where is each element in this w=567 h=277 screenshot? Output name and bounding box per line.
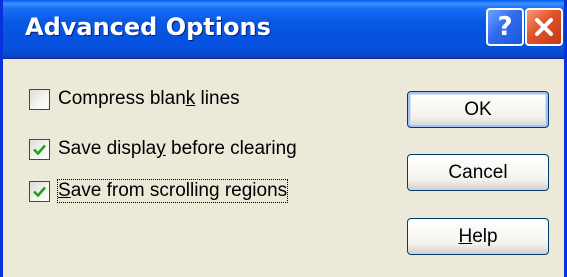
label-text: elp — [472, 225, 498, 247]
help-label: Help — [458, 226, 497, 248]
save-scrolling-label: Save from scrolling regions — [56, 179, 289, 203]
label-text: Save displa — [58, 138, 157, 159]
close-button[interactable] — [525, 8, 563, 46]
label-text: before clearing — [165, 138, 297, 159]
help-button[interactable]: Help — [407, 218, 549, 255]
dialog-title: Advanced Options — [25, 13, 271, 41]
option-compress-blank-lines[interactable]: Compress blank lines — [29, 86, 240, 112]
save-scrolling-checkbox[interactable] — [29, 180, 50, 202]
question-mark-icon: ? — [497, 12, 513, 42]
ok-label: OK — [464, 98, 492, 120]
checkmark-icon — [33, 144, 46, 155]
compress-blank-lines-label: Compress blank lines — [58, 88, 240, 110]
label-text: lines — [195, 88, 240, 109]
access-key: y — [156, 138, 166, 159]
compress-blank-lines-checkbox[interactable] — [29, 88, 50, 110]
cancel-label: Cancel — [448, 161, 508, 183]
save-display-checkbox[interactable] — [29, 138, 50, 160]
access-key: S — [58, 180, 71, 201]
label-text: ave from scrolling regions — [70, 180, 288, 201]
dialog-body: Compress blank lines Save display before… — [3, 59, 564, 277]
option-save-display-before-clearing[interactable]: Save display before clearing — [29, 136, 297, 162]
close-x-icon — [535, 18, 553, 36]
advanced-options-dialog: Advanced Options ? Compress blank lines … — [0, 0, 567, 277]
title-bar[interactable]: Advanced Options ? — [3, 0, 564, 59]
ok-button[interactable]: OK — [407, 91, 549, 128]
access-key: k — [185, 88, 196, 109]
save-display-label: Save display before clearing — [58, 138, 297, 160]
cancel-button[interactable]: Cancel — [407, 154, 549, 191]
option-save-from-scrolling-regions[interactable]: Save from scrolling regions — [29, 178, 289, 204]
help-title-button[interactable]: ? — [486, 8, 524, 46]
checkmark-icon — [33, 186, 46, 197]
access-key: H — [458, 225, 473, 247]
label-text: Compress blan — [58, 88, 186, 109]
